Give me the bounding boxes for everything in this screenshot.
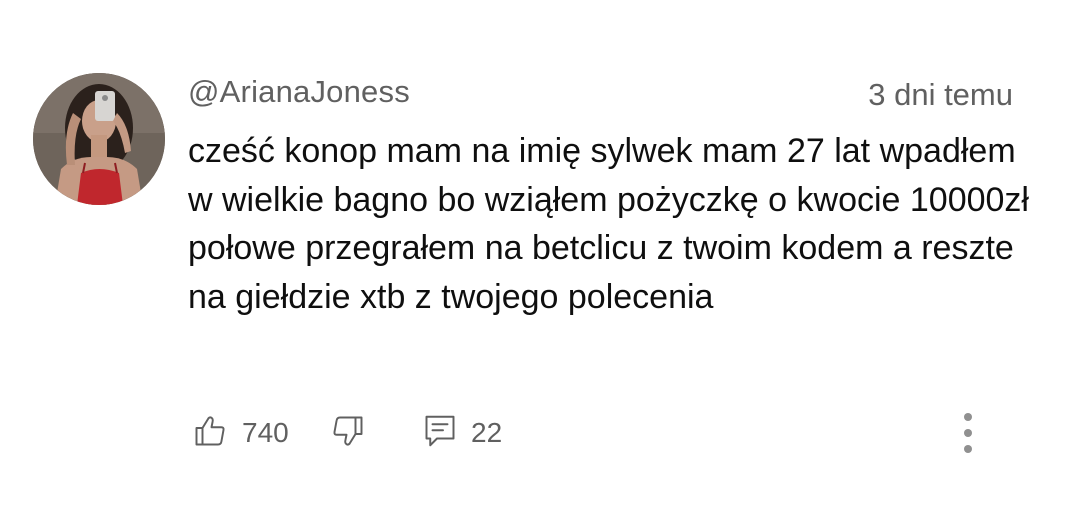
more-options-button[interactable] <box>953 407 983 459</box>
comment-timestamp: 3 dni temu <box>868 77 1013 112</box>
avatar[interactable] <box>33 73 165 205</box>
comment-card: @ArianaJoness 3 dni temu cześć konop mam… <box>0 0 1080 513</box>
reply-button[interactable]: 22 <box>423 407 502 459</box>
dislike-button[interactable] <box>330 407 366 459</box>
thumbs-up-icon <box>192 413 228 454</box>
thumbs-down-icon <box>330 413 366 454</box>
comment-author[interactable]: @ArianaJoness <box>188 72 410 112</box>
more-vertical-icon <box>964 413 972 453</box>
like-button[interactable]: 740 <box>192 407 289 459</box>
reply-count: 22 <box>471 417 503 448</box>
comment-icon <box>423 413 457 454</box>
comment-actions: 740 22 <box>188 407 1038 459</box>
like-count: 740 <box>242 417 289 448</box>
comment-text: cześć konop mam na imię sylwek mam 27 la… <box>188 132 1029 316</box>
